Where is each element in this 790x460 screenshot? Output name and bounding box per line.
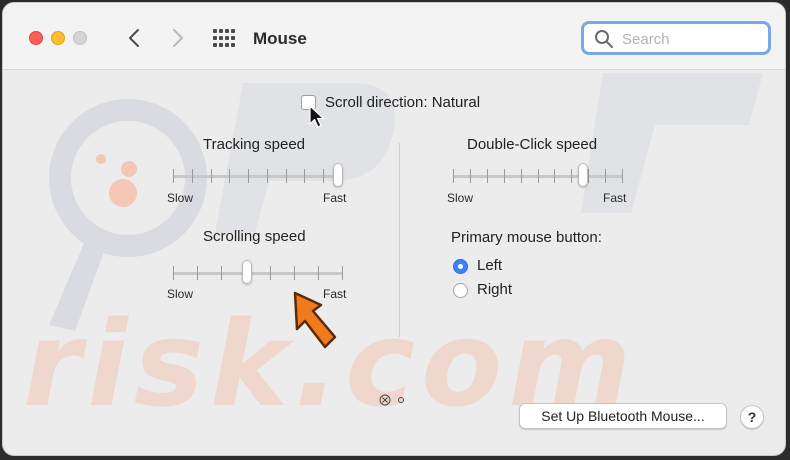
search-field[interactable] [581,21,771,55]
radio-left-label: Left [477,257,503,274]
slider-tick [521,169,522,183]
scrolling-speed-min-label: Slow [167,287,194,301]
slider-track[interactable] [173,175,343,178]
slider-tick [173,169,174,183]
close-window-button[interactable] [29,31,43,45]
scrolling-speed-label: Scrolling speed [203,228,306,245]
slider-tick [197,266,198,280]
slider-tick [504,169,505,183]
slider-tick [453,169,454,183]
double-click-speed-slider[interactable] [453,161,623,191]
search-input[interactable] [620,28,764,50]
slider-tick [342,266,343,280]
slider-tick [318,266,319,280]
mouse-preferences-window: risk.com Mouse Scro [2,2,786,456]
slider-tick [294,266,295,280]
help-button[interactable]: ? [740,405,764,429]
slider-tick [221,266,222,280]
scroll-direction-label: Scroll direction: Natural [325,94,481,111]
slider-tick [286,169,287,183]
mouse-pointer-icon [309,105,325,128]
slider-tick [588,169,589,183]
chevron-right-icon[interactable] [167,27,187,49]
toolbar: Mouse [3,3,785,70]
primary-mouse-button-label: Primary mouse button: [451,229,602,246]
slider-tick [211,169,212,183]
grid-icon[interactable] [213,29,235,47]
slider-tick [487,169,488,183]
slider-knob[interactable] [242,260,252,284]
zoom-window-button[interactable] [73,31,87,45]
slider-tick [304,169,305,183]
double-click-speed-min-label: Slow [447,191,474,205]
slider-tick [538,169,539,183]
tracking-speed-slider[interactable] [173,161,343,191]
radio-right[interactable] [453,283,468,298]
slider-tick [173,266,174,280]
minimize-window-button[interactable] [51,31,65,45]
page-indicator[interactable] [379,393,407,407]
annotation-arrow-icon [293,291,337,349]
radio-left[interactable] [453,259,468,274]
window-title: Mouse [253,29,307,48]
scrolling-speed-slider[interactable] [173,258,343,288]
slider-tick [571,169,572,183]
tracking-speed-max-label: Fast [323,191,347,205]
slider-tick [622,169,623,183]
chevron-left-icon[interactable] [125,27,145,49]
slider-tick [229,169,230,183]
slider-tick [554,169,555,183]
set-up-bluetooth-mouse-button[interactable]: Set Up Bluetooth Mouse... [519,403,727,429]
slider-tick [270,266,271,280]
slider-tick [248,169,249,183]
slider-knob[interactable] [333,163,343,187]
slider-tick [605,169,606,183]
section-divider [399,143,400,337]
slider-tick [470,169,471,183]
double-click-speed-label: Double-Click speed [467,136,598,153]
radio-right-label: Right [477,281,513,298]
slider-tick [267,169,268,183]
double-click-speed-max-label: Fast [603,191,627,205]
slider-knob[interactable] [578,163,588,187]
tracking-speed-label: Tracking speed [203,136,305,153]
slider-tick [192,169,193,183]
slider-tick [323,169,324,183]
search-icon [595,30,613,48]
tracking-speed-min-label: Slow [167,191,194,205]
